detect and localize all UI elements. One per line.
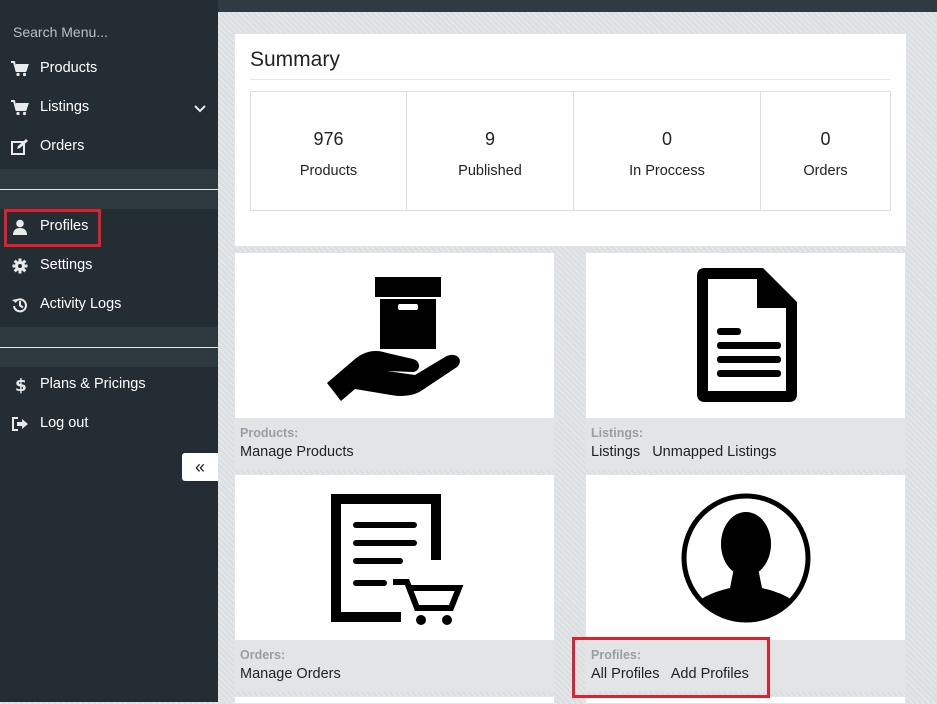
sidebar-item-label: Activity Logs [40, 296, 122, 312]
profile-avatar-icon [586, 475, 905, 640]
card-footer: Listings: Listings Unmapped Listings [586, 418, 905, 469]
stat-published: 9 Published [407, 92, 574, 210]
listings-link[interactable]: Listings [591, 444, 640, 460]
box-in-hand-icon [235, 253, 554, 418]
partial-card [234, 696, 555, 704]
stat-value: 0 [820, 129, 831, 149]
summary-stats: 976 Products 9 Published 0 In Proccess 0… [250, 91, 891, 211]
highlight-box [4, 209, 101, 247]
top-bar [218, 0, 937, 12]
stat-value: 0 [661, 129, 672, 149]
stat-products: 976 Products [251, 92, 407, 210]
sidebar-item-orders[interactable]: Orders [0, 130, 218, 164]
stat-label: In Proccess [629, 163, 705, 179]
order-list-cart-icon [235, 475, 554, 640]
stat-label: Orders [803, 163, 848, 179]
card-title: Products: [240, 426, 299, 440]
stat-value: 976 [313, 129, 344, 149]
edit-icon [11, 138, 29, 156]
sidebar-separator-band [0, 348, 218, 367]
stat-value: 9 [484, 129, 495, 149]
double-chevron-left-icon: « [194, 456, 205, 477]
sidebar-separator-band [0, 190, 218, 209]
products-card: Products: Manage Products [234, 252, 555, 470]
sidebar: Products Listings Orders Profiles Settin… [0, 0, 218, 702]
listings-card: Listings: Listings Unmapped Listings [585, 252, 906, 470]
sidebar-separator-band [0, 327, 218, 347]
card-links: Manage Products [240, 444, 362, 460]
sidebar-item-label: Log out [40, 415, 89, 431]
cart-icon [11, 99, 29, 117]
collapse-sidebar-button[interactable]: « [182, 453, 218, 481]
stat-label: Published [458, 163, 522, 179]
sidebar-item-listings[interactable]: Listings [0, 91, 218, 125]
sidebar-item-settings[interactable]: Settings [0, 249, 218, 283]
sidebar-item-label: Products [40, 60, 98, 76]
orders-card: Orders: Manage Orders [234, 474, 555, 692]
logout-icon [11, 415, 29, 433]
stat-orders: 0 Orders [761, 92, 890, 210]
sidebar-item-log-out[interactable]: Log out [0, 407, 218, 441]
summary-title: Summary [250, 48, 340, 71]
svg-text:$: $ [15, 376, 27, 394]
history-icon [11, 296, 29, 314]
card-title: Listings: [591, 426, 644, 440]
summary-panel: Summary 976 Products 9 Published 0 In Pr… [234, 33, 907, 247]
sidebar-item-label: Orders [40, 138, 85, 154]
manage-products-link[interactable]: Manage Products [240, 444, 354, 460]
cart-icon [11, 60, 29, 78]
document-icon [586, 253, 905, 418]
card-links: Manage Orders [240, 666, 349, 682]
gear-icon [11, 257, 29, 275]
card-footer: Products: Manage Products [235, 418, 554, 469]
card-title: Orders: [240, 648, 286, 662]
sidebar-item-plans-pricings[interactable]: $ Plans & Pricings [0, 368, 218, 402]
highlight-box [572, 637, 770, 698]
card-links: Listings Unmapped Listings [591, 444, 784, 460]
stat-label: Products [299, 163, 358, 179]
sidebar-item-products[interactable]: Products [0, 52, 218, 86]
search-menu-input[interactable] [13, 22, 203, 42]
summary-divider [250, 79, 890, 80]
sidebar-separator-band [0, 169, 218, 189]
sidebar-item-label: Plans & Pricings [40, 376, 146, 392]
sidebar-item-label: Listings [40, 99, 90, 115]
stat-in-process: 0 In Proccess [574, 92, 761, 210]
sidebar-item-label: Settings [40, 257, 93, 273]
dollar-icon: $ [11, 376, 29, 394]
sidebar-item-activity-logs[interactable]: Activity Logs [0, 288, 218, 322]
manage-orders-link[interactable]: Manage Orders [240, 666, 341, 682]
unmapped-listings-link[interactable]: Unmapped Listings [652, 444, 776, 460]
card-footer: Orders: Manage Orders [235, 640, 554, 691]
chevron-down-icon [193, 101, 207, 115]
